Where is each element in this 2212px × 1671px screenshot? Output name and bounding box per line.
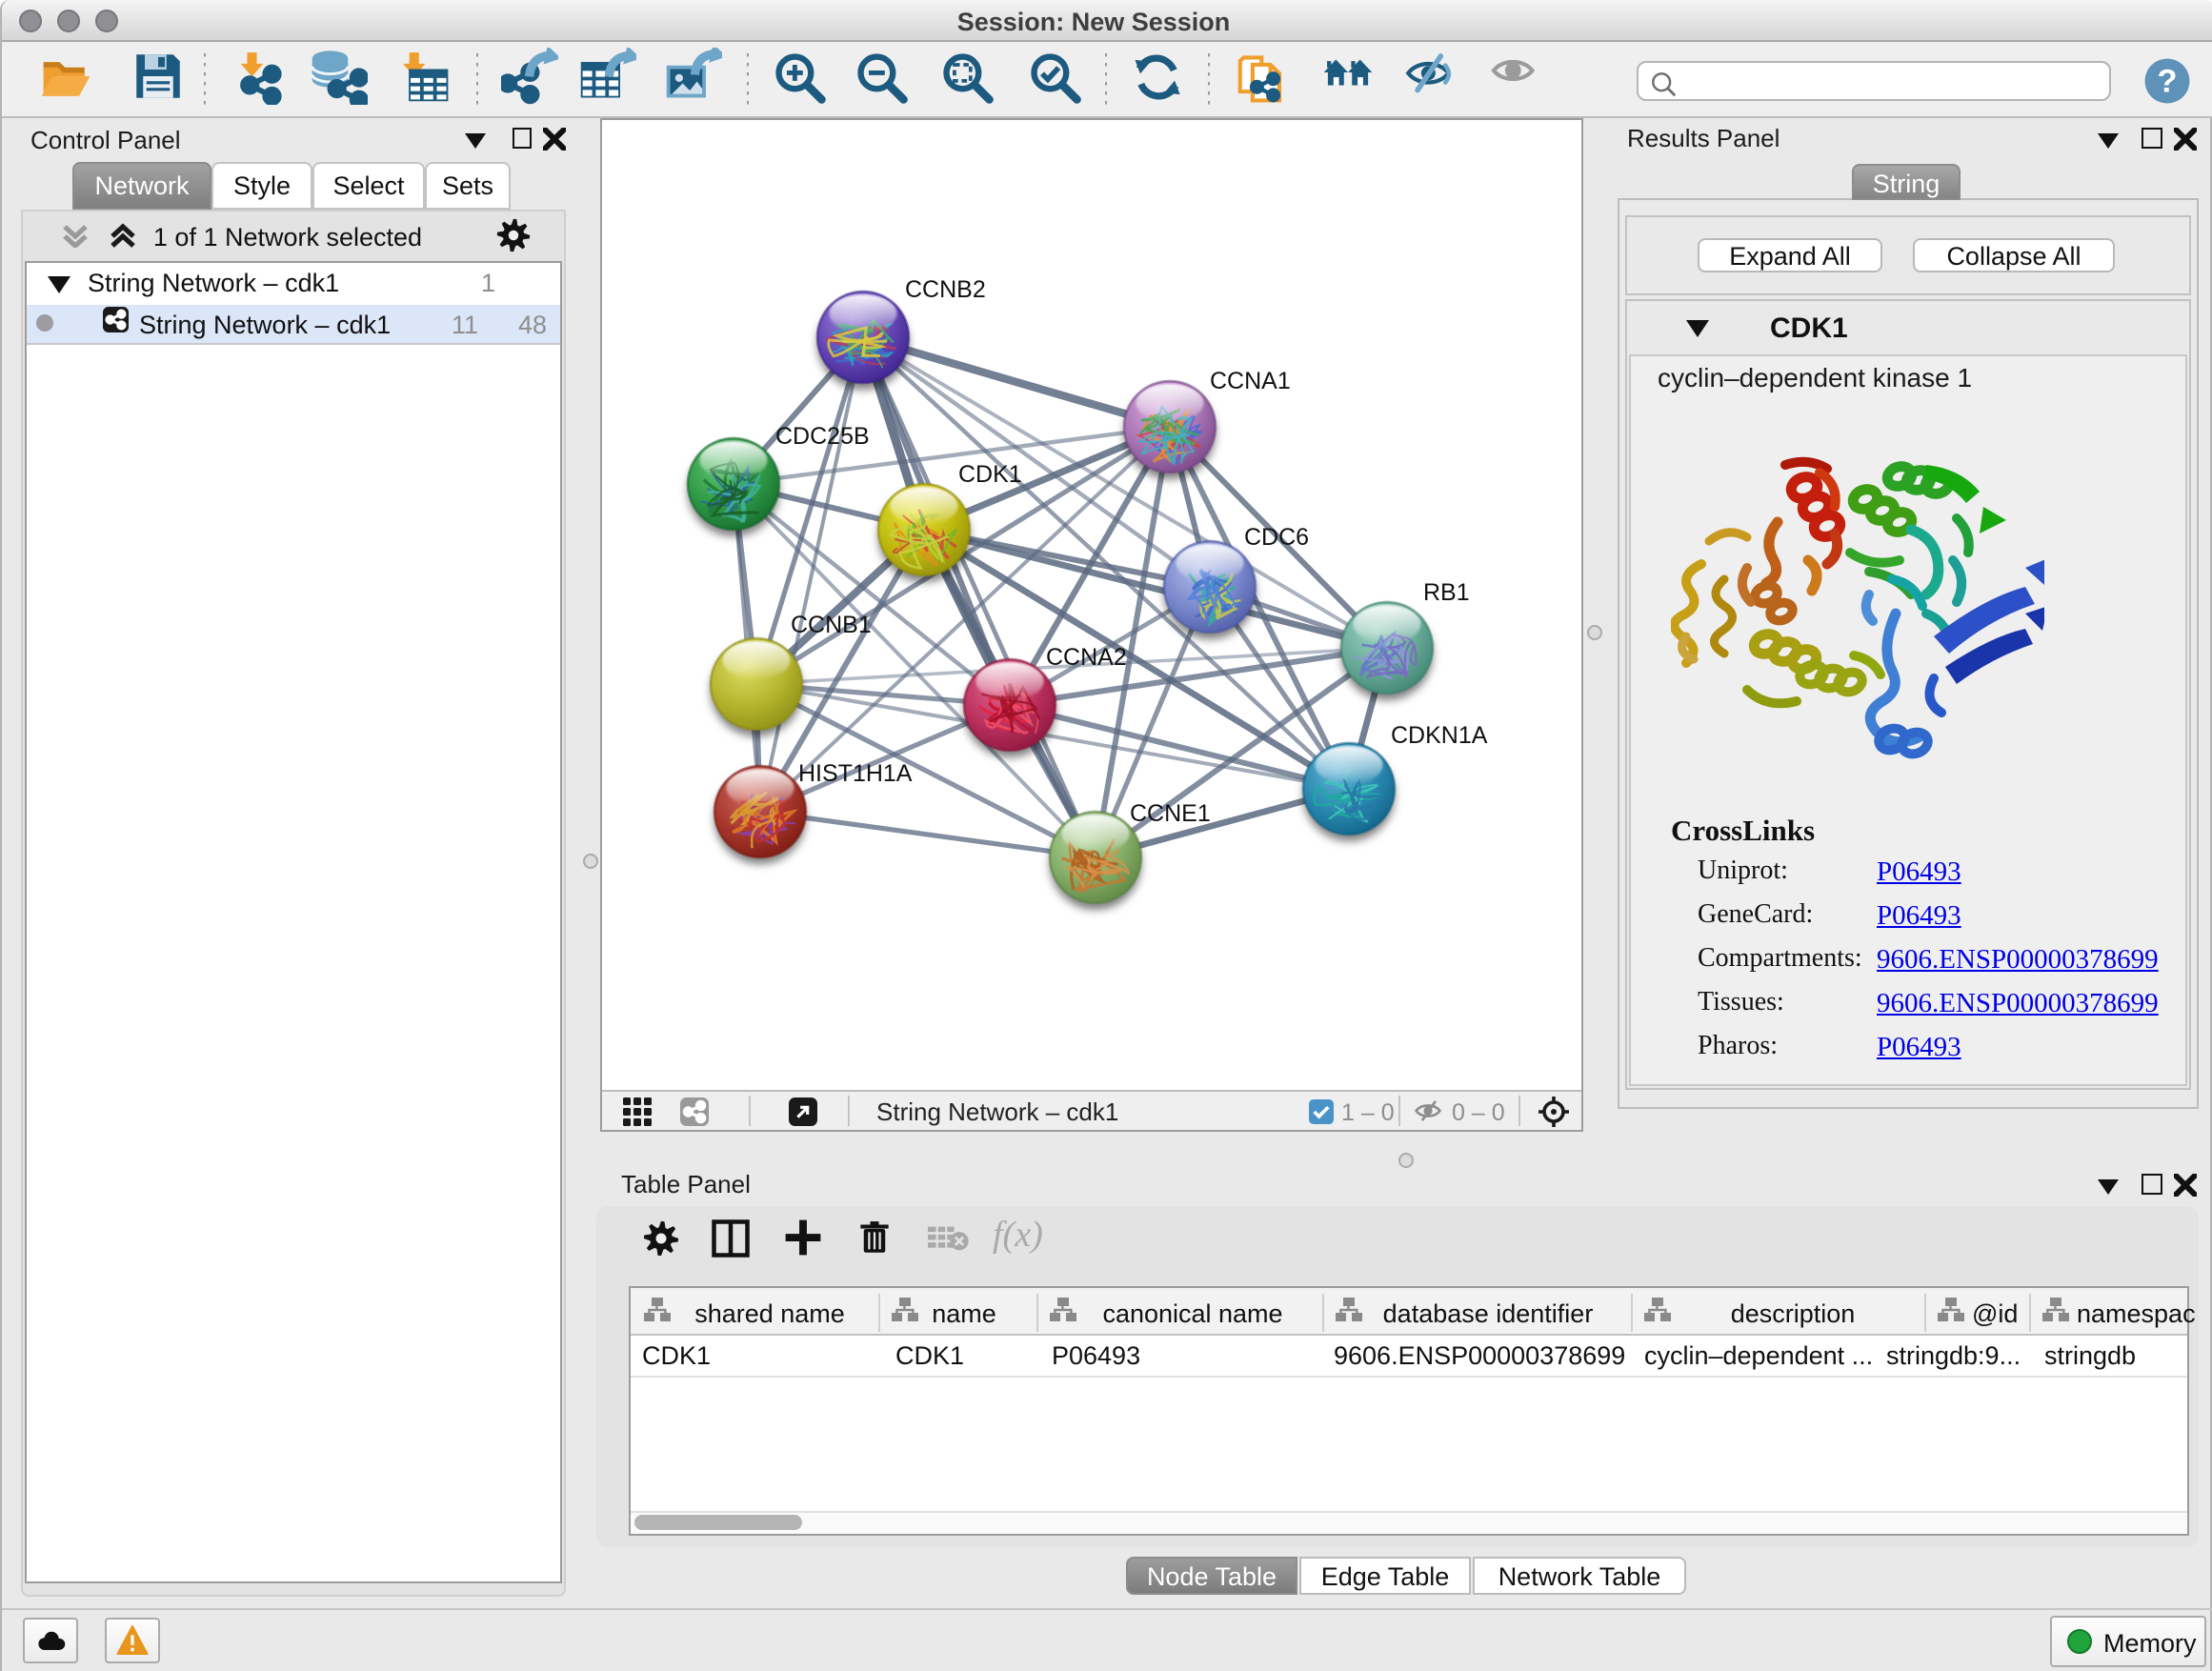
svg-text:CDC6: CDC6 (1244, 524, 1309, 551)
svg-text:CCNA2: CCNA2 (1046, 644, 1127, 671)
svg-text:CDKN1A: CDKN1A (1391, 722, 1488, 749)
svg-text:CDC25B: CDC25B (775, 423, 870, 450)
svg-text:RB1: RB1 (1423, 579, 1470, 606)
svg-text:CCNE1: CCNE1 (1130, 800, 1211, 827)
svg-text:CCNB1: CCNB1 (791, 612, 872, 638)
svg-text:?: ? (2158, 63, 2178, 99)
svg-text:CDK1: CDK1 (958, 461, 1022, 488)
svg-text:CCNA1: CCNA1 (1210, 368, 1291, 394)
svg-text:CCNB2: CCNB2 (905, 276, 986, 303)
svg-text:HIST1H1A: HIST1H1A (798, 760, 913, 787)
